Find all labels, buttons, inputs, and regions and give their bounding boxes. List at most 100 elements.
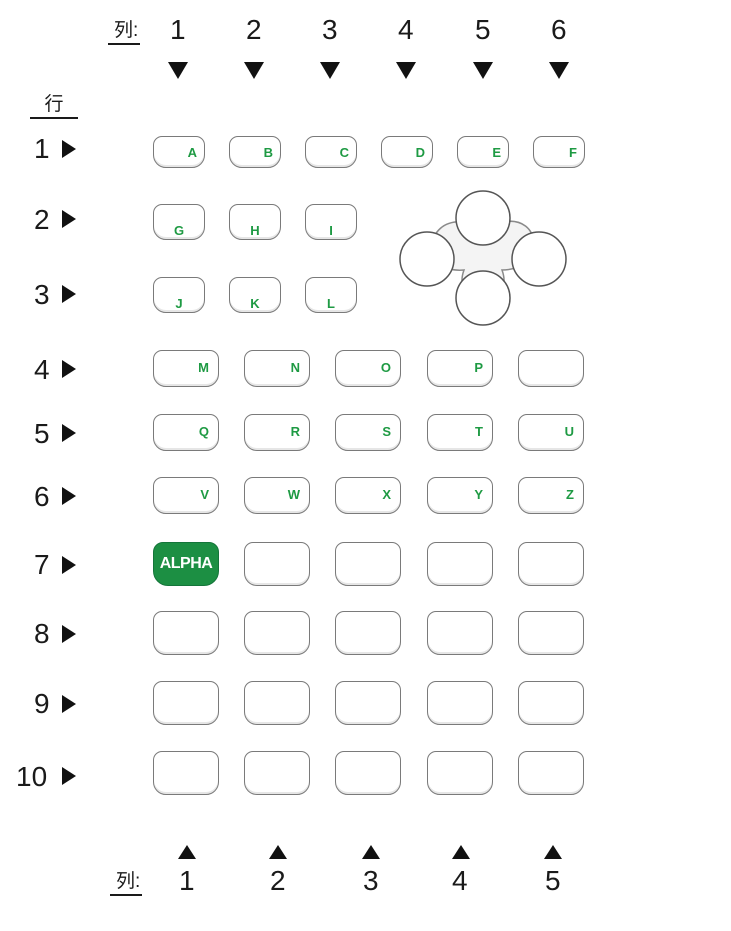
top-col-3: 3: [322, 14, 338, 45]
key-z-label: Z: [566, 487, 574, 502]
key-r9-c4[interactable]: [427, 681, 493, 725]
key-r7-c4[interactable]: [427, 542, 493, 586]
key-d[interactable]: D: [381, 136, 433, 168]
row-label-5: 5: [34, 418, 50, 449]
key-r9-c1[interactable]: [153, 681, 219, 725]
bottom-marker-5-icon: [544, 845, 562, 859]
dpad-down-button[interactable]: [455, 270, 511, 326]
row-label-9: 9: [34, 688, 50, 719]
top-col-1: 1: [170, 14, 186, 45]
key-u[interactable]: U: [518, 414, 584, 451]
top-col-6: 6: [551, 14, 567, 45]
key-k-label: K: [250, 296, 260, 311]
key-b[interactable]: B: [229, 136, 281, 168]
key-o[interactable]: O: [335, 350, 401, 387]
key-r10-c1[interactable]: [153, 751, 219, 795]
row-label-8: 8: [34, 618, 50, 649]
dpad-left-button[interactable]: [399, 231, 455, 287]
key-r10-c4[interactable]: [427, 751, 493, 795]
row-marker-6-icon: [62, 487, 76, 505]
row-marker-8-icon: [62, 625, 76, 643]
key-r8-c3[interactable]: [335, 611, 401, 655]
key-j[interactable]: J: [153, 277, 205, 313]
key-t[interactable]: T: [427, 414, 493, 451]
key-u-label: U: [564, 424, 574, 439]
bottom-col-3: 3: [363, 865, 379, 896]
key-r10-c2[interactable]: [244, 751, 310, 795]
row-marker-10-icon: [62, 767, 76, 785]
key-f-label: F: [569, 145, 577, 160]
key-w-label: W: [287, 487, 300, 502]
key-r8-c5[interactable]: [518, 611, 584, 655]
key-m-label: M: [198, 360, 209, 375]
key-e[interactable]: E: [457, 136, 509, 168]
key-p-label: P: [474, 360, 483, 375]
key-c[interactable]: C: [305, 136, 357, 168]
bottom-column-heading: 列:: [110, 871, 143, 896]
row-label-2: 2: [34, 204, 50, 235]
key-y[interactable]: Y: [427, 477, 493, 514]
dpad-right-button[interactable]: [511, 231, 567, 287]
key-l[interactable]: L: [305, 277, 357, 313]
row-label-1: 1: [34, 133, 50, 164]
key-c-label: C: [339, 145, 349, 160]
key-n[interactable]: N: [244, 350, 310, 387]
column-marker-1-icon: [168, 62, 188, 79]
row-marker-4-icon: [62, 360, 76, 378]
key-r8-c1[interactable]: [153, 611, 219, 655]
column-marker-6-icon: [549, 62, 569, 79]
key-s-label: S: [382, 424, 391, 439]
key-w[interactable]: W: [244, 477, 310, 514]
row-marker-5-icon: [62, 424, 76, 442]
key-o-label: O: [380, 360, 391, 375]
key-v-label: V: [200, 487, 209, 502]
key-j-label: J: [175, 296, 183, 311]
alpha-key[interactable]: ALPHA: [153, 542, 219, 586]
key-r9-c5[interactable]: [518, 681, 584, 725]
bottom-col-5: 5: [545, 865, 561, 896]
key-y-label: Y: [474, 487, 483, 502]
key-x-label: X: [382, 487, 391, 502]
key-i-label: I: [329, 223, 333, 238]
top-col-2: 2: [246, 14, 262, 45]
key-b-label: B: [263, 145, 273, 160]
row-marker-2-icon: [62, 210, 76, 228]
key-f[interactable]: F: [533, 136, 585, 168]
key-r9-c3[interactable]: [335, 681, 401, 725]
key-r8-c2[interactable]: [244, 611, 310, 655]
key-a-label: A: [187, 145, 197, 160]
key-h[interactable]: H: [229, 204, 281, 240]
key-r7-c3[interactable]: [335, 542, 401, 586]
key-n-label: N: [290, 360, 300, 375]
key-z[interactable]: Z: [518, 477, 584, 514]
key-g[interactable]: G: [153, 204, 205, 240]
row-label-10: 10: [16, 761, 48, 792]
key-r10-c5[interactable]: [518, 751, 584, 795]
key-i[interactable]: I: [305, 204, 357, 240]
key-r7-c2[interactable]: [244, 542, 310, 586]
key-q-label: Q: [198, 424, 209, 439]
key-r[interactable]: R: [244, 414, 310, 451]
directional-pad-icon: [399, 190, 567, 326]
key-v[interactable]: V: [153, 477, 219, 514]
key-m[interactable]: M: [153, 350, 219, 387]
key-r-label: R: [290, 424, 300, 439]
key-x[interactable]: X: [335, 477, 401, 514]
dpad-up-button[interactable]: [455, 190, 511, 246]
bottom-marker-2-icon: [269, 845, 287, 859]
key-p[interactable]: P: [427, 350, 493, 387]
column-marker-4-icon: [396, 62, 416, 79]
key-blank-row4[interactable]: [518, 350, 584, 387]
key-r9-c2[interactable]: [244, 681, 310, 725]
key-r7-c5[interactable]: [518, 542, 584, 586]
key-s[interactable]: S: [335, 414, 401, 451]
key-k[interactable]: K: [229, 277, 281, 313]
key-r10-c3[interactable]: [335, 751, 401, 795]
key-r8-c4[interactable]: [427, 611, 493, 655]
column-marker-2-icon: [244, 62, 264, 79]
bottom-marker-3-icon: [362, 845, 380, 859]
row-heading: 行: [30, 94, 78, 119]
column-marker-3-icon: [320, 62, 340, 79]
key-a[interactable]: A: [153, 136, 205, 168]
key-q[interactable]: Q: [153, 414, 219, 451]
